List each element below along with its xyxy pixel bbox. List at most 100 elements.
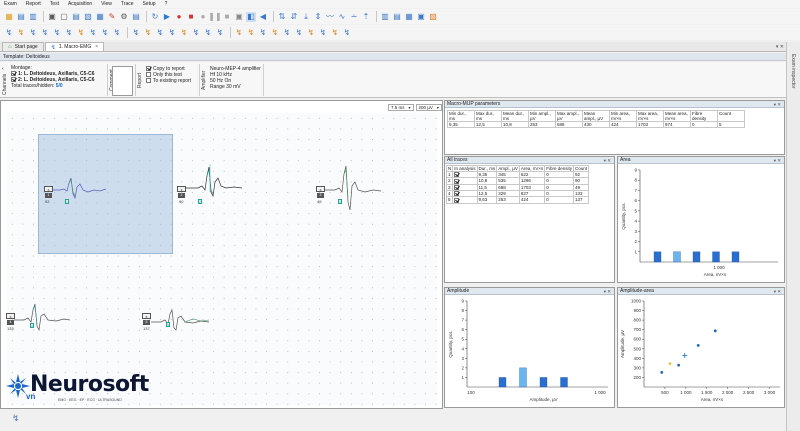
amplitude-icon[interactable]: ⇡ <box>361 12 371 22</box>
in-analysis-checkbox[interactable] <box>454 197 460 203</box>
play-icon[interactable]: ▶ <box>162 12 172 22</box>
trace-2-marker[interactable]: 2 <box>198 199 202 204</box>
record-icon[interactable]: ● <box>174 12 184 22</box>
print-icon[interactable]: ▣ <box>47 12 57 22</box>
trace-1-marker[interactable]: 1 <box>65 199 69 204</box>
amplitude-histogram[interactable]: 1 2 3 4 5 6 7 8 9 100 1 000 Amplitude, µV Quantity, … <box>445 295 614 407</box>
amplitude-area-scatter[interactable]: 200 300 400 500 600 700 800 900 1000 500 1 000 1 50… <box>618 295 784 407</box>
trace-tool-28-icon[interactable]: ↯ <box>342 28 352 38</box>
trace-5-waveform[interactable] <box>151 302 209 334</box>
loop-icon[interactable]: ↻ <box>150 12 160 22</box>
trace-tool-7-icon[interactable]: ↯ <box>76 28 86 38</box>
only-this-test-checkbox[interactable] <box>146 72 151 78</box>
panel-controls[interactable]: ▾ ✕ <box>604 288 611 295</box>
pause-icon[interactable]: ❚❚ <box>208 12 221 22</box>
collapse-icon[interactable]: ‹ <box>2 66 4 72</box>
trace-1-waveform[interactable] <box>52 174 106 204</box>
tab-controls[interactable]: ▾ ✕ <box>776 44 784 50</box>
trace-tool-10-icon[interactable]: ↯ <box>112 28 122 38</box>
trace-5-channel-chip[interactable]: x <box>142 313 151 319</box>
open-icon[interactable]: ▤ <box>16 12 26 22</box>
single-shot-icon[interactable]: ● <box>198 12 208 22</box>
preview-icon[interactable]: ▢ <box>59 12 69 22</box>
cursor-tool-icon[interactable]: ⇅ <box>277 12 287 22</box>
trace-tool-19-icon[interactable]: ↯ <box>234 28 244 38</box>
trace-tool-9-icon[interactable]: ↯ <box>100 28 110 38</box>
sound-icon[interactable]: ◀ <box>258 12 268 22</box>
wave-icon[interactable]: 〰 <box>325 12 335 22</box>
menu-view[interactable]: View <box>101 1 112 7</box>
marker-icon[interactable]: ⤓ <box>301 12 311 22</box>
trace-4-marker[interactable]: 4 <box>30 323 34 328</box>
in-analysis-checkbox[interactable] <box>454 178 460 184</box>
trace-tool-16-icon[interactable]: ↯ <box>191 28 201 38</box>
trace-tool-1-icon[interactable]: ↯ <box>4 28 14 38</box>
trace-table-row[interactable]: 5 9,63 253 424 0 137 <box>445 196 590 204</box>
trace-4-waveform[interactable] <box>14 298 70 334</box>
trace-tool-12-icon[interactable]: ↯ <box>143 28 153 38</box>
trace-tool-23-icon[interactable]: ↯ <box>282 28 292 38</box>
trace-tool-25-icon[interactable]: ↯ <box>306 28 316 38</box>
monitor-icon[interactable]: ◧ <box>246 11 256 22</box>
to-existing-report-checkbox[interactable] <box>146 78 151 84</box>
trace-tool-22-icon[interactable]: ↯ <box>270 28 280 38</box>
area-histogram[interactable]: 1 2 3 4 5 6 7 8 9 1 000 Area, nV×s Quantity, pcs. <box>618 164 784 282</box>
menu-trace[interactable]: Trace <box>121 1 134 7</box>
menu-help[interactable]: ? <box>165 1 168 7</box>
square-icon[interactable]: ▣ <box>234 12 244 22</box>
report-icon[interactable]: ▤ <box>71 12 81 22</box>
copy-to-report-checkbox[interactable] <box>146 66 151 72</box>
trace-tool-20-icon[interactable]: ↯ <box>246 28 256 38</box>
stop-icon[interactable]: ■ <box>186 12 196 22</box>
stop-gray-icon[interactable]: ■ <box>222 12 232 22</box>
menu-test[interactable]: Test <box>50 1 59 7</box>
close-tab-icon[interactable]: × <box>95 44 98 50</box>
window-3-icon[interactable]: ▦ <box>404 12 414 22</box>
tab-macro-emg[interactable]: ↯ 1. Macro-EMG × <box>44 42 105 51</box>
chart-icon[interactable]: ▧ <box>83 12 93 22</box>
trace-tool-11-icon[interactable]: ↯ <box>131 28 141 38</box>
trace-3-channel-chip[interactable]: x <box>316 186 325 192</box>
trace-tool-2-icon[interactable]: ↯ <box>16 28 26 38</box>
trace-tool-6-icon[interactable]: ↯ <box>64 28 74 38</box>
trace-tool-18-icon[interactable]: ↯ <box>215 28 225 38</box>
tab-start-page[interactable]: ⌂ Start page <box>2 42 44 51</box>
trace-2-channel-chip[interactable]: x <box>177 186 186 192</box>
to-existing-report[interactable]: To existing report <box>146 78 191 84</box>
trace-tool-26-icon[interactable]: ↯ <box>318 28 328 38</box>
emg-tool-icon[interactable]: ↯ <box>12 413 20 424</box>
wave-2-icon[interactable]: ∿ <box>337 12 347 22</box>
menu-exam[interactable]: Exam <box>4 1 17 7</box>
menu-setup[interactable]: Setup <box>143 1 156 7</box>
save-icon[interactable]: ▥ <box>28 12 38 22</box>
panel-controls[interactable]: ▾ ✕ <box>774 101 781 108</box>
menu-acquisition[interactable]: Acquisition <box>68 1 92 7</box>
cursor-tool-2-icon[interactable]: ⇵ <box>289 12 299 22</box>
in-analysis-checkbox[interactable] <box>454 172 460 178</box>
trace-tool-27-icon[interactable]: ↯ <box>330 28 340 38</box>
trace-3-marker[interactable]: 3 <box>338 199 342 204</box>
trace-tool-14-icon[interactable]: ↯ <box>167 28 177 38</box>
trace-2-waveform[interactable] <box>186 162 242 202</box>
window-2-icon[interactable]: ▤ <box>392 12 402 22</box>
panel-controls[interactable]: ▾ ✕ <box>604 157 611 164</box>
trace-tool-5-icon[interactable]: ↯ <box>52 28 62 38</box>
menu-report[interactable]: Report <box>26 1 41 7</box>
montage-1-checkbox[interactable] <box>11 71 16 77</box>
new-exam-icon[interactable]: ▦ <box>4 12 14 22</box>
edit-icon[interactable]: ✎ <box>107 12 117 22</box>
window-4-icon[interactable]: ▣ <box>416 12 426 22</box>
exam-inspector-strip[interactable]: Exam inspector <box>786 42 800 431</box>
montage-2-checkbox[interactable] <box>11 77 16 83</box>
measure-icon[interactable]: ⇕ <box>313 12 323 22</box>
trace-5-marker[interactable]: 5 <box>166 322 170 327</box>
comment-input[interactable] <box>112 66 133 96</box>
trace-tool-13-icon[interactable]: ↯ <box>155 28 165 38</box>
trace-3-waveform[interactable] <box>325 162 381 214</box>
panel-controls[interactable]: ▾ ✕ <box>774 288 781 295</box>
template-icon[interactable]: ▤ <box>131 12 141 22</box>
timebase-select[interactable]: 7.5 ms ▾ <box>388 104 414 111</box>
in-analysis-checkbox[interactable] <box>454 184 460 190</box>
in-analysis-checkbox[interactable] <box>454 191 460 197</box>
baseline-icon[interactable]: ⩪ <box>349 12 359 22</box>
